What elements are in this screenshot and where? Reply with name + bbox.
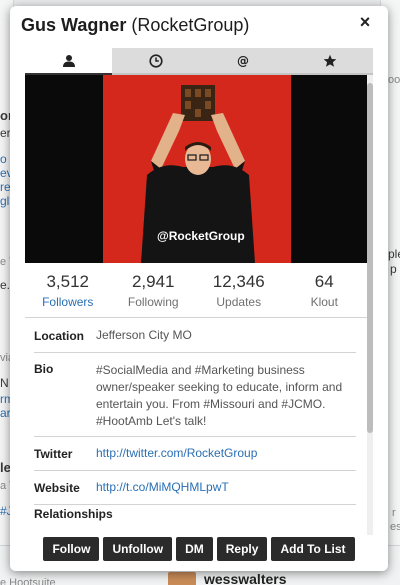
stat-value: 64 [314, 272, 334, 291]
background-text-fragment: p [390, 262, 397, 276]
location-label: Location [34, 328, 84, 343]
stat-label[interactable]: Followers [25, 295, 111, 309]
website-label: Website [34, 480, 80, 495]
follow-button[interactable]: Follow [43, 537, 100, 561]
tab-favorites[interactable] [286, 48, 373, 75]
detail-row-twitter: Twitter http://twitter.com/RocketGroup [34, 437, 356, 471]
bio-value: #SocialMedia and #Marketing business own… [96, 363, 343, 428]
background-text-fragment: es [390, 521, 400, 533]
background-text-fragment: e Hootsuite [0, 577, 56, 585]
unfollow-button[interactable]: Unfollow [103, 537, 173, 561]
background-text-fragment: r [392, 507, 396, 519]
stat-updates: 12,346 Updates [196, 263, 282, 317]
profile-modal: Gus Wagner (RocketGroup) × @ @RocketGrou… [10, 6, 388, 571]
at-icon: @ [237, 54, 249, 68]
dm-button[interactable]: DM [176, 537, 213, 561]
stat-value: 12,346 [212, 272, 265, 291]
detail-row-bio: Bio #SocialMedia and #Marketing business… [34, 353, 356, 437]
stat-label: Following [127, 295, 179, 309]
tab-mentions[interactable]: @ [199, 48, 286, 75]
profile-scroll-area[interactable]: @RocketGroup 3,512 Followers 2,941 Follo… [25, 75, 373, 535]
detail-row-relationships: Relationships [34, 507, 356, 535]
add-to-list-button[interactable]: Add To List [271, 537, 355, 561]
background-link-fragment[interactable]: o [0, 152, 7, 166]
person-icon [62, 54, 75, 67]
background-text-fragment: N [0, 376, 9, 390]
background-username[interactable]: wesswalters [204, 571, 287, 585]
scrollbar[interactable] [367, 75, 373, 535]
relationships-label: Relationships [34, 507, 113, 521]
reply-button[interactable]: Reply [216, 537, 268, 561]
svg-text:@: @ [237, 54, 249, 68]
stat-label: Updates [216, 295, 262, 309]
detail-row-website: Website http://t.co/MiMQHMLpwT [34, 471, 356, 505]
action-bar: Follow Unfollow DM Reply Add To List [10, 536, 388, 571]
stat-label: Klout [310, 295, 338, 309]
modal-title: Gus Wagner (RocketGroup) [21, 15, 249, 36]
profile-stats: 3,512 Followers 2,941 Following 12,346 U… [25, 263, 367, 318]
twitter-link[interactable]: http://twitter.com/RocketGroup [96, 445, 257, 462]
background-text-fragment: ple [388, 247, 400, 261]
stat-klout: 64 Klout [282, 263, 368, 317]
profile-photo: @RocketGroup [25, 75, 367, 263]
tab-profile[interactable] [25, 48, 112, 75]
background-avatar[interactable] [168, 572, 196, 585]
stat-value: 2,941 [131, 272, 175, 291]
background-link-fragment[interactable]: gl [0, 194, 9, 208]
profile-name: Gus Wagner [21, 15, 127, 35]
scrollbar-thumb[interactable] [367, 83, 373, 433]
close-button[interactable]: × [356, 13, 374, 31]
star-icon [323, 54, 336, 67]
modal-header: Gus Wagner (RocketGroup) × [10, 6, 388, 46]
profile-handle: (RocketGroup) [131, 15, 250, 35]
twitter-label: Twitter [34, 446, 73, 461]
website-link[interactable]: http://t.co/MiMQHMLpwT [96, 479, 229, 496]
bio-label: Bio [34, 362, 54, 376]
photo-watermark: @RocketGroup [157, 229, 245, 243]
tab-history[interactable] [112, 48, 199, 75]
background-text-fragment: oo [388, 74, 400, 86]
stat-value: 3,512 [46, 272, 90, 291]
profile-tabs: @ [25, 48, 373, 75]
location-value: Jefferson City MO [96, 328, 192, 342]
detail-row-location: Location Jefferson City MO [34, 319, 356, 353]
clock-icon [148, 53, 163, 68]
stat-followers[interactable]: 3,512 Followers [25, 263, 111, 317]
stat-following: 2,941 Following [111, 263, 197, 317]
